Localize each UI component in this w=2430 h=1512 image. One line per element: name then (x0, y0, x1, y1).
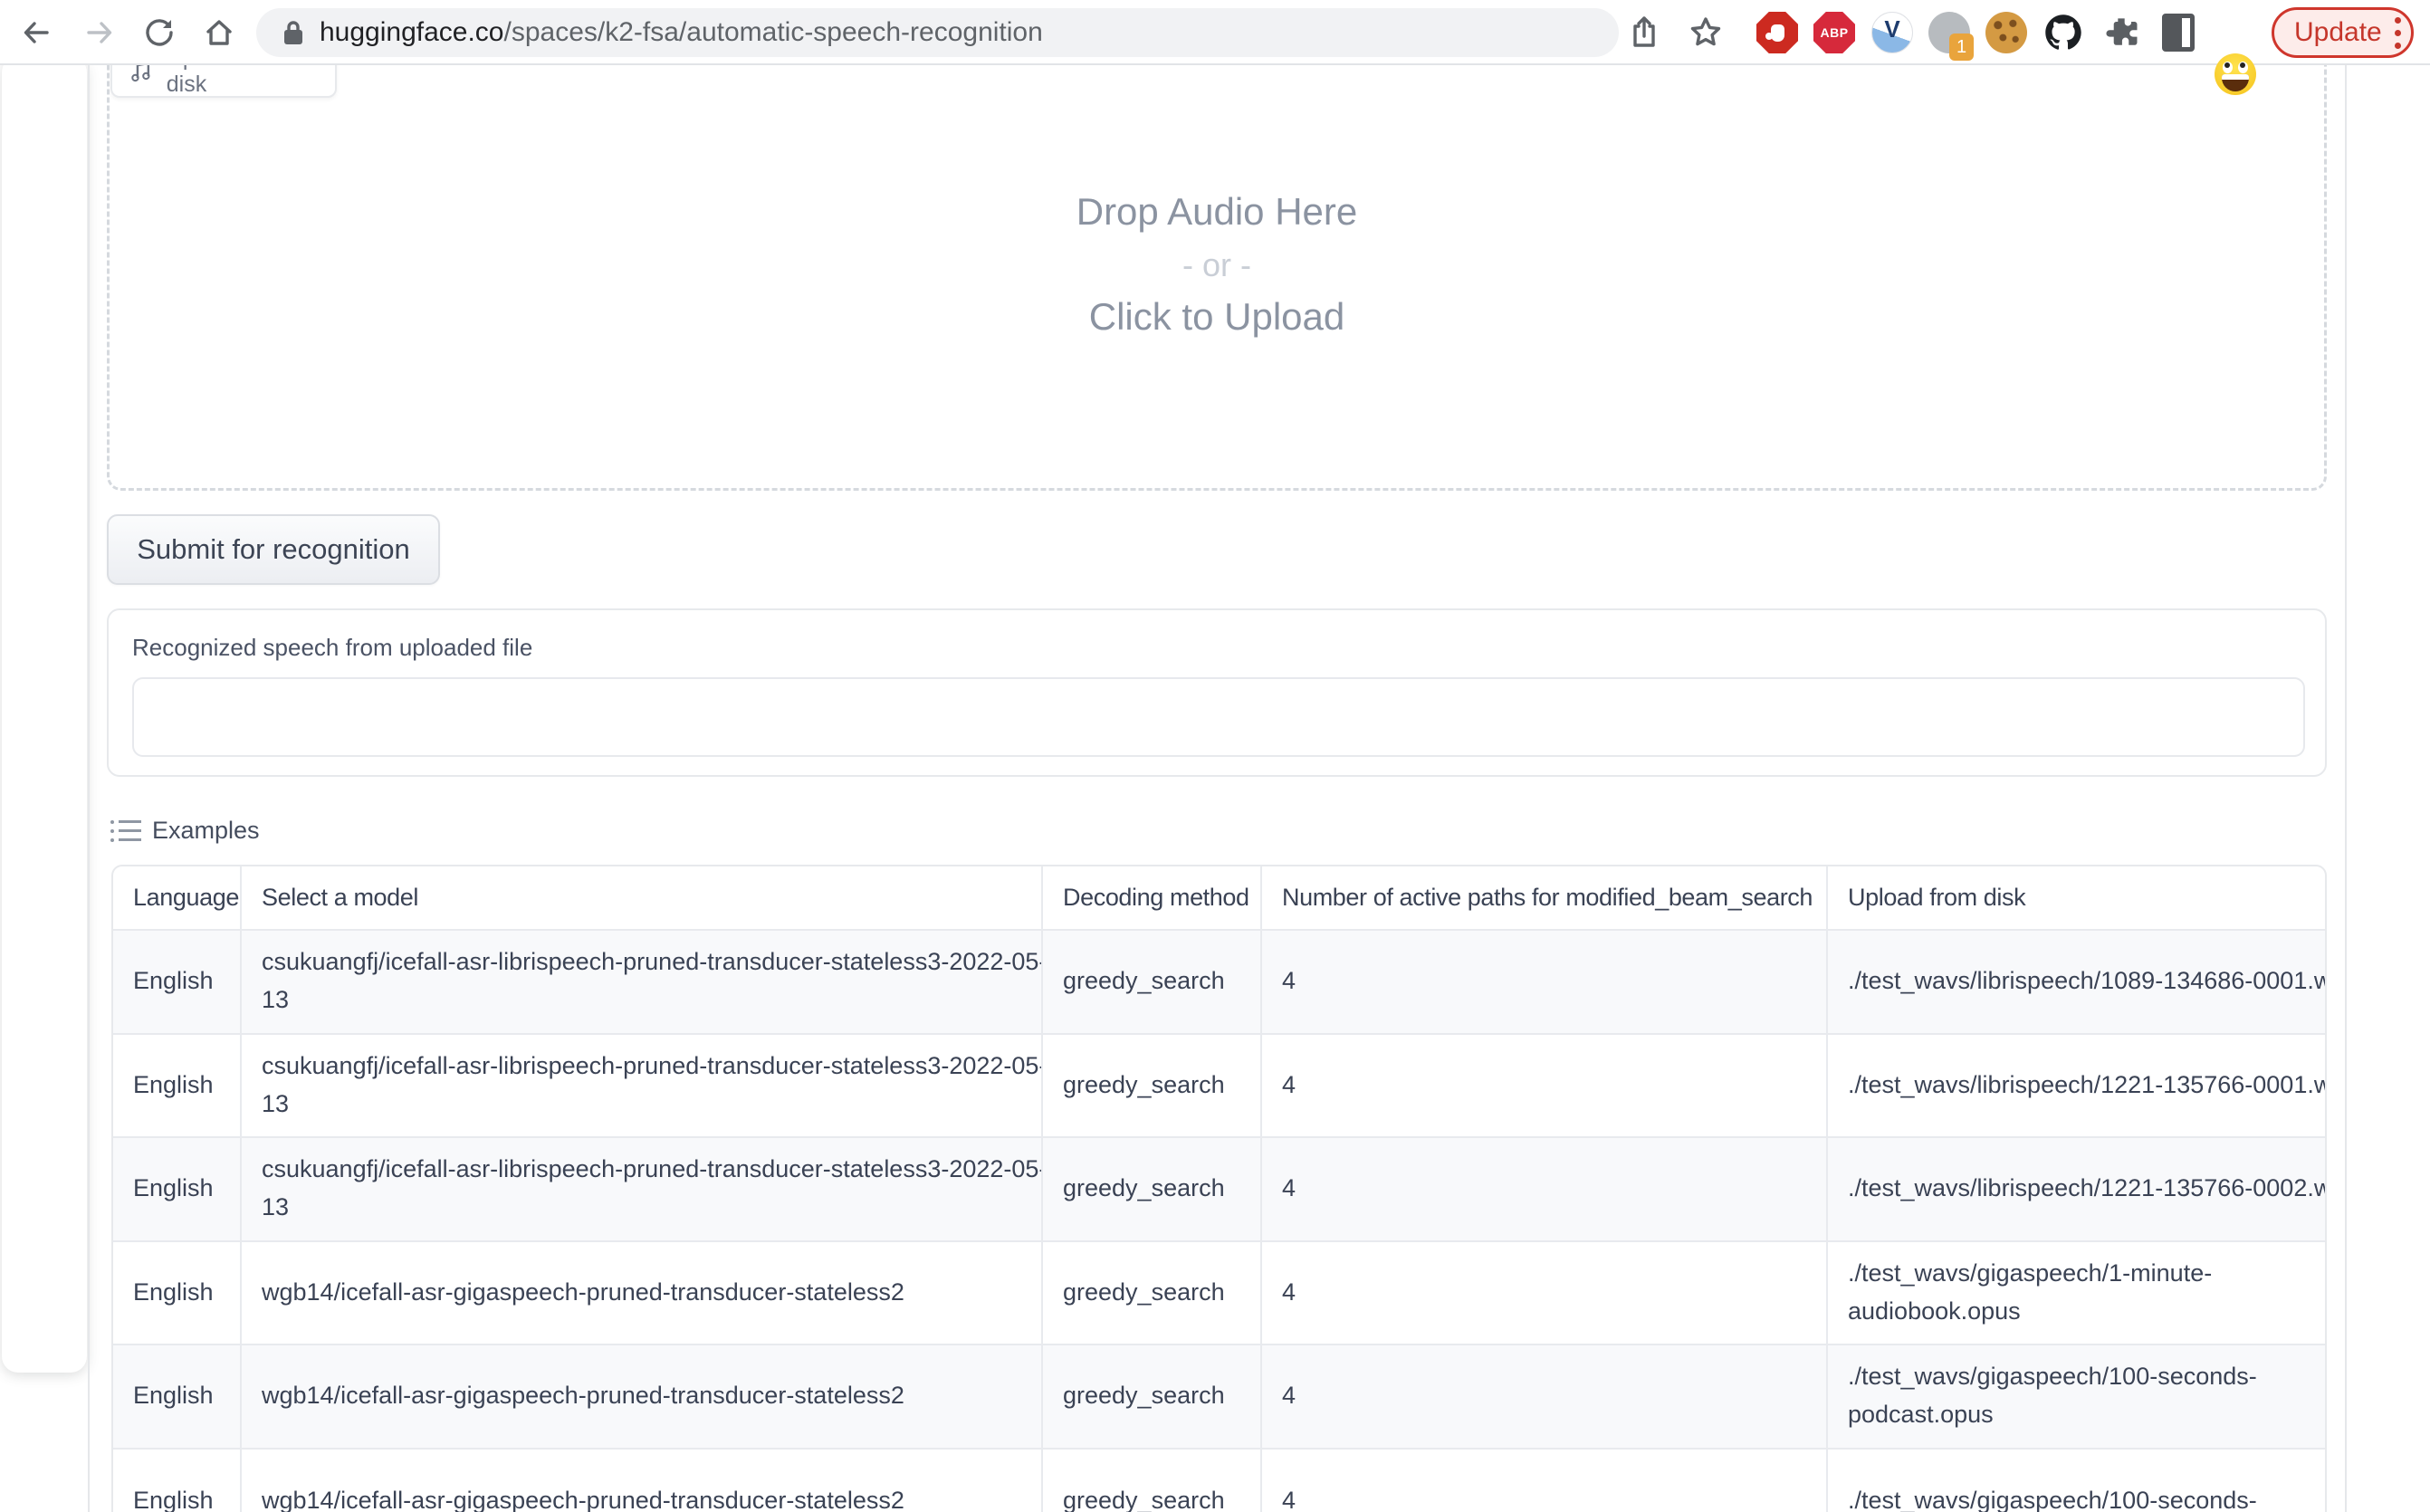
app-right-border (2345, 65, 2347, 1512)
v-label: V (1884, 13, 1899, 45)
browser-toolbar: huggingface.co/spaces/k2-fsa/automatic-s… (0, 0, 2430, 65)
reload-icon (141, 14, 177, 51)
mouth (2222, 74, 2249, 91)
home-icon (201, 14, 237, 51)
drop-audio-here-text: Drop Audio Here (107, 190, 2327, 234)
update-label: Update (2294, 17, 2382, 48)
share-button[interactable] (1622, 11, 1666, 54)
table-cell: greedy_search (1043, 1450, 1262, 1512)
forward-icon (81, 14, 118, 51)
table-cell: 4 (1262, 1035, 1828, 1137)
url-text: huggingface.co/spaces/k2-fsa/automatic-s… (320, 17, 1043, 48)
left-panel-card (2, 56, 87, 1373)
reload-button[interactable] (138, 11, 181, 54)
table-cell: greedy_search (1043, 1242, 1262, 1345)
chrome-update-menu[interactable]: Update (2272, 7, 2414, 58)
lock-icon (282, 18, 305, 47)
table-cell: English (113, 1450, 242, 1512)
table-cell: ./test_wavs/librispeech/1221-135766-0002… (1828, 1138, 2327, 1240)
table-header-cell: Upload from disk (1828, 866, 2327, 929)
table-cell: English (113, 1345, 242, 1448)
examples-header: Examples (110, 817, 260, 845)
table-row[interactable]: Englishcsukuangfj/icefall-asr-librispeec… (113, 1138, 2325, 1242)
recognized-speech-textarea[interactable] (132, 677, 2305, 757)
bookmark-button[interactable] (1684, 11, 1727, 54)
dropzone-text: Drop Audio Here - or - Click to Upload (107, 190, 2327, 339)
recognized-speech-label: Recognized speech from uploaded file (132, 634, 532, 662)
table-header-cell: Number of active paths for modified_beam… (1262, 866, 1828, 929)
table-cell: csukuangfj/icefall-asr-librispeech-prune… (242, 1035, 1043, 1137)
list-icon (110, 818, 141, 845)
table-cell: 4 (1262, 1345, 1828, 1448)
table-row[interactable]: Englishwgb14/icefall-asr-gigaspeech-prun… (113, 1345, 2325, 1450)
table-cell: wgb14/icefall-asr-gigaspeech-pruned-tran… (242, 1345, 1043, 1448)
smiley-extension-icon[interactable] (2215, 53, 2256, 95)
star-icon (1688, 14, 1724, 51)
extensions-menu-icon[interactable] (2100, 12, 2142, 53)
table-cell: 4 (1262, 1242, 1828, 1345)
back-icon (18, 14, 54, 51)
url-host: huggingface.co (320, 17, 504, 47)
kebab-menu-icon (2395, 17, 2401, 49)
github-icon (2043, 12, 2084, 53)
table-cell: greedy_search (1043, 1138, 1262, 1240)
table-header-cell: Select a model (242, 866, 1043, 929)
table-cell: wgb14/icefall-asr-gigaspeech-pruned-tran… (242, 1242, 1043, 1345)
examples-table: LanguageSelect a modelDecoding methodNum… (111, 865, 2327, 1512)
notification-badge: 1 (1949, 33, 1974, 61)
table-cell: ./test_wavs/gigaspeech/100-seconds- (1828, 1450, 2327, 1512)
recognized-speech-panel: Recognized speech from uploaded file (107, 608, 2327, 777)
app-left-border (88, 65, 90, 1512)
window-glyph (2162, 14, 2195, 52)
table-cell: 4 (1262, 931, 1828, 1033)
table-cell: greedy_search (1043, 1035, 1262, 1137)
table-cell: csukuangfj/icefall-asr-librispeech-prune… (242, 1138, 1043, 1240)
table-cell: wgb14/icefall-asr-gigaspeech-pruned-tran… (242, 1450, 1043, 1512)
table-header-cell: Language (113, 866, 242, 929)
eye-right (2238, 62, 2248, 73)
hand-glyph (1771, 24, 1784, 42)
table-header-row: LanguageSelect a modelDecoding methodNum… (113, 866, 2325, 931)
abp-label: ABP (1820, 25, 1848, 40)
address-bar[interactable]: huggingface.co/spaces/k2-fsa/automatic-s… (256, 8, 1619, 57)
table-cell: csukuangfj/icefall-asr-librispeech-prune… (242, 931, 1043, 1033)
table-header-cell: Decoding method (1043, 866, 1262, 929)
or-text: - or - (107, 246, 2327, 284)
click-to-upload-text: Click to Upload (107, 295, 2327, 339)
examples-label: Examples (152, 817, 260, 845)
puzzle-icon (2100, 12, 2142, 53)
table-cell: greedy_search (1043, 931, 1262, 1033)
adblock-plus-extension-icon[interactable]: ABP (1813, 12, 1855, 53)
url-path: /spaces/k2-fsa/automatic-speech-recognit… (504, 17, 1043, 47)
home-button[interactable] (197, 11, 241, 54)
profile-extension-icon[interactable]: 1 (1928, 12, 1970, 53)
table-cell: ./test_wavs/gigaspeech/1-minute- audiobo… (1828, 1242, 2327, 1345)
table-cell: English (113, 1138, 242, 1240)
table-row[interactable]: Englishcsukuangfj/icefall-asr-librispeec… (113, 931, 2325, 1035)
table-cell: English (113, 1035, 242, 1137)
table-cell: English (113, 1242, 242, 1345)
table-cell: English (113, 931, 242, 1033)
table-row[interactable]: Englishwgb14/icefall-asr-gigaspeech-prun… (113, 1450, 2325, 1512)
reader-extension-icon[interactable] (2157, 12, 2199, 53)
table-row[interactable]: Englishwgb14/icefall-asr-gigaspeech-prun… (113, 1242, 2325, 1346)
v-extension-icon[interactable]: V (1871, 12, 1913, 53)
table-cell: ./test_wavs/gigaspeech/100-seconds- podc… (1828, 1345, 2327, 1448)
table-cell: greedy_search (1043, 1345, 1262, 1448)
github-extension-icon[interactable] (2043, 12, 2084, 53)
back-button[interactable] (14, 11, 58, 54)
browser-window: huggingface.co/spaces/k2-fsa/automatic-s… (0, 0, 2430, 1512)
share-icon (1628, 15, 1660, 50)
eye-left (2223, 62, 2233, 73)
cookie-extension-icon[interactable] (1985, 12, 2027, 53)
table-cell: ./test_wavs/librispeech/1221-135766-0001… (1828, 1035, 2327, 1137)
submit-for-recognition-button[interactable]: Submit for recognition (107, 514, 440, 585)
forward-button[interactable] (78, 11, 121, 54)
table-cell: 4 (1262, 1138, 1828, 1240)
adblock-extension-icon[interactable] (1756, 12, 1798, 53)
table-cell: ./test_wavs/librispeech/1089-134686-0001… (1828, 931, 2327, 1033)
table-cell: 4 (1262, 1450, 1828, 1512)
table-row[interactable]: Englishcsukuangfj/icefall-asr-librispeec… (113, 1035, 2325, 1139)
